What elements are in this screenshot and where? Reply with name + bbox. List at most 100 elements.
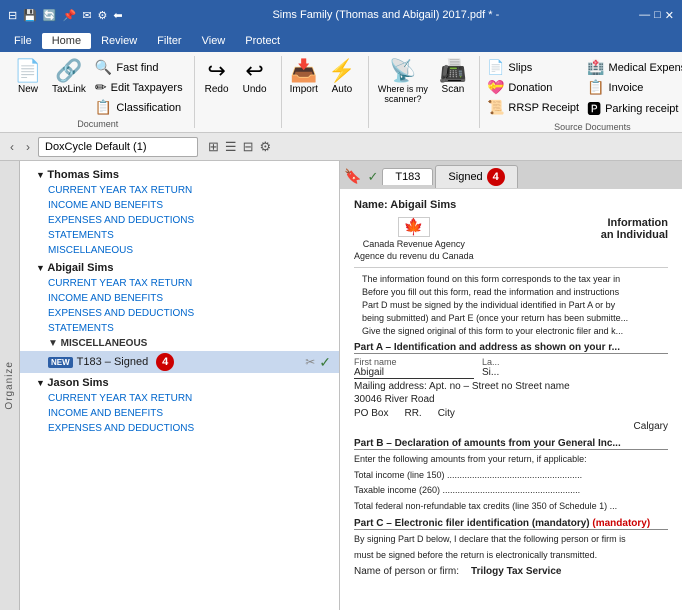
- parking-label: Parking receipt: [605, 103, 678, 115]
- menu-filter[interactable]: Filter: [147, 33, 191, 49]
- slips-label: Slips: [508, 62, 532, 74]
- rrsp-label: RRSP Receipt: [508, 102, 579, 114]
- rrsp-receipt-button[interactable]: 📜 RRSP Receipt: [484, 98, 582, 117]
- person-jason-sims[interactable]: Jason Sims: [20, 373, 339, 391]
- save-icon[interactable]: 💾: [23, 9, 37, 22]
- doc-content: Name: Abigail Sims 🍁 Canada Revenue Agen…: [340, 189, 682, 610]
- email-icon[interactable]: ✉: [82, 9, 91, 22]
- import-icon: 📥: [290, 60, 317, 82]
- thomas-current-year[interactable]: CURRENT YEAR TAX RETURN: [20, 183, 339, 198]
- menu-file[interactable]: File: [4, 33, 42, 49]
- jason-current-year[interactable]: CURRENT YEAR TAX RETURN: [20, 391, 339, 406]
- thomas-miscellaneous[interactable]: MISCELLANEOUS: [20, 243, 339, 258]
- redo-button[interactable]: ↪ Redo: [199, 58, 235, 97]
- view-icon-3[interactable]: ⊟: [241, 137, 256, 157]
- ribbon-group-undoredo: ↪ Redo ↩ Undo: [195, 56, 282, 128]
- part-c-title: Part C – Electronic filer identification…: [354, 518, 668, 530]
- left-panel: Thomas Sims CURRENT YEAR TAX RETURN INCO…: [20, 161, 340, 610]
- window-title: Sims Family (Thomas and Abigail) 2017.pd…: [133, 9, 639, 21]
- slips-button[interactable]: 📄 Slips: [484, 58, 582, 77]
- tab-check-icon: ✓: [367, 169, 378, 185]
- ribbon: 📄 New 🔗 TaxLink 🔍 Fast find ✏ Edit Taxpa…: [0, 52, 682, 133]
- part-c-text1: By signing Part D below, I declare that …: [354, 533, 668, 546]
- view-icon-2[interactable]: ☰: [223, 137, 239, 157]
- last-name-label: La...: [482, 357, 500, 367]
- edit-taxpayers-icon: ✏: [95, 79, 107, 96]
- doc-person-name: Name: Abigail Sims: [354, 199, 668, 211]
- view-icon-1[interactable]: ⊞: [206, 137, 221, 157]
- part-b-row-2: Taxable income (260) ...................…: [354, 484, 668, 497]
- abigail-t183-item[interactable]: NEW T183 – Signed 4 ✂ ✓: [20, 351, 339, 373]
- fast-find-button[interactable]: 🔍 Fast find: [92, 58, 186, 77]
- taxlink-button[interactable]: 🔗 TaxLink: [48, 58, 90, 97]
- jason-expenses[interactable]: EXPENSES AND DEDUCTIONS: [20, 421, 339, 436]
- view-icons: ⊞ ☰ ⊟ ⚙: [206, 137, 273, 157]
- menu-view[interactable]: View: [192, 33, 236, 49]
- mailing-label: Mailing address: Apt. no – Street no Str…: [354, 381, 668, 392]
- jason-income-benefits[interactable]: INCOME AND BENEFITS: [20, 406, 339, 421]
- auto-button[interactable]: ⚡ Auto: [324, 58, 360, 97]
- invoice-button[interactable]: 📋 Invoice: [584, 78, 682, 97]
- bullet-1: The information found on this form corre…: [354, 274, 668, 284]
- abigail-current-year[interactable]: CURRENT YEAR TAX RETURN: [20, 276, 339, 291]
- back-icon[interactable]: ⬅: [113, 9, 122, 22]
- bullet-3: Part D must be signed by the individual …: [354, 300, 668, 310]
- thomas-expenses[interactable]: EXPENSES AND DEDUCTIONS: [20, 213, 339, 228]
- refresh-icon[interactable]: 🔄: [43, 9, 57, 22]
- ribbon-group-source-docs: 📄 Slips 💝 Donation 📜 RRSP Receipt 🏥 Medi…: [480, 56, 682, 128]
- rrsp-icon: 📜: [487, 99, 504, 116]
- settings-btn[interactable]: ⚙: [257, 137, 273, 157]
- menu-home[interactable]: Home: [42, 33, 91, 49]
- part-c-text2: must be signed before the return is elec…: [354, 549, 668, 562]
- tab-t183[interactable]: T183: [382, 168, 433, 185]
- abigail-miscellaneous-header[interactable]: ▼ MISCELLANEOUS: [20, 336, 339, 351]
- scan-label: Scan: [442, 84, 465, 95]
- thomas-statements[interactable]: STATEMENTS: [20, 228, 339, 243]
- import-label: Import: [290, 84, 318, 95]
- parking-receipt-button[interactable]: 🅿 Parking receipt: [584, 98, 682, 120]
- fast-find-icon: 🔍: [95, 59, 112, 76]
- person-abigail-sims[interactable]: Abigail Sims: [20, 258, 339, 276]
- nav-back[interactable]: ‹: [6, 138, 18, 156]
- fast-find-label: Fast find: [116, 62, 158, 74]
- organize-label: Organize: [4, 361, 15, 410]
- part-a-title: Part A – Identification and address as s…: [354, 342, 668, 354]
- scan-button[interactable]: 📠 Scan: [435, 58, 471, 97]
- po-box-label: PO Box: [354, 408, 388, 419]
- thomas-income-benefits[interactable]: INCOME AND BENEFITS: [20, 198, 339, 213]
- invoice-label: Invoice: [609, 82, 644, 94]
- gov-header: 🍁 Canada Revenue Agency Agence du revenu…: [354, 217, 668, 268]
- tab-signed[interactable]: Signed 4: [435, 165, 517, 188]
- donation-label: Donation: [508, 82, 552, 94]
- organize-tab[interactable]: Organize: [0, 161, 20, 610]
- donation-button[interactable]: 💝 Donation: [484, 78, 582, 97]
- person-thomas-sims[interactable]: Thomas Sims: [20, 165, 339, 183]
- menu-protect[interactable]: Protect: [235, 33, 290, 49]
- medical-expenses-button[interactable]: 🏥 Medical Expenses: [584, 58, 682, 77]
- abigail-expenses[interactable]: EXPENSES AND DEDUCTIONS: [20, 306, 339, 321]
- menu-review[interactable]: Review: [91, 33, 147, 49]
- ribbon-group-document: 📄 New 🔗 TaxLink 🔍 Fast find ✏ Edit Taxpa…: [6, 56, 195, 128]
- edit-taxpayers-button[interactable]: ✏ Edit Taxpayers: [92, 78, 186, 97]
- where-is-scanner-button[interactable]: 📡 Where is my scanner?: [373, 58, 433, 106]
- new-button[interactable]: 📄 New: [10, 58, 46, 97]
- settings-icon[interactable]: ⚙: [98, 9, 108, 22]
- new-icon: 📄: [14, 60, 41, 82]
- scan-icon: 📠: [439, 60, 466, 82]
- signed-tab-badge: 4: [487, 168, 505, 186]
- rr-label: RR.: [404, 408, 421, 419]
- medical-icon: 🏥: [587, 59, 604, 76]
- abigail-statements[interactable]: STATEMENTS: [20, 321, 339, 336]
- t183-red-badge: 4: [156, 353, 174, 371]
- nav-forward[interactable]: ›: [22, 138, 34, 156]
- scissors-icon[interactable]: ✂: [305, 355, 315, 369]
- window-controls[interactable]: —□✕: [639, 9, 674, 22]
- undo-button[interactable]: ↩ Undo: [237, 58, 273, 97]
- title-bar-icons: ⊟ 💾 🔄 📌 ✉ ⚙ ⬅: [8, 9, 123, 22]
- classification-icon: 📋: [95, 99, 112, 116]
- abigail-income-benefits[interactable]: INCOME AND BENEFITS: [20, 291, 339, 306]
- classification-button[interactable]: 📋 Classification: [92, 98, 186, 117]
- pin-icon[interactable]: 📌: [63, 9, 77, 22]
- profile-dropdown[interactable]: DoxCycle Default (1): [38, 137, 198, 157]
- import-button[interactable]: 📥 Import: [286, 58, 322, 97]
